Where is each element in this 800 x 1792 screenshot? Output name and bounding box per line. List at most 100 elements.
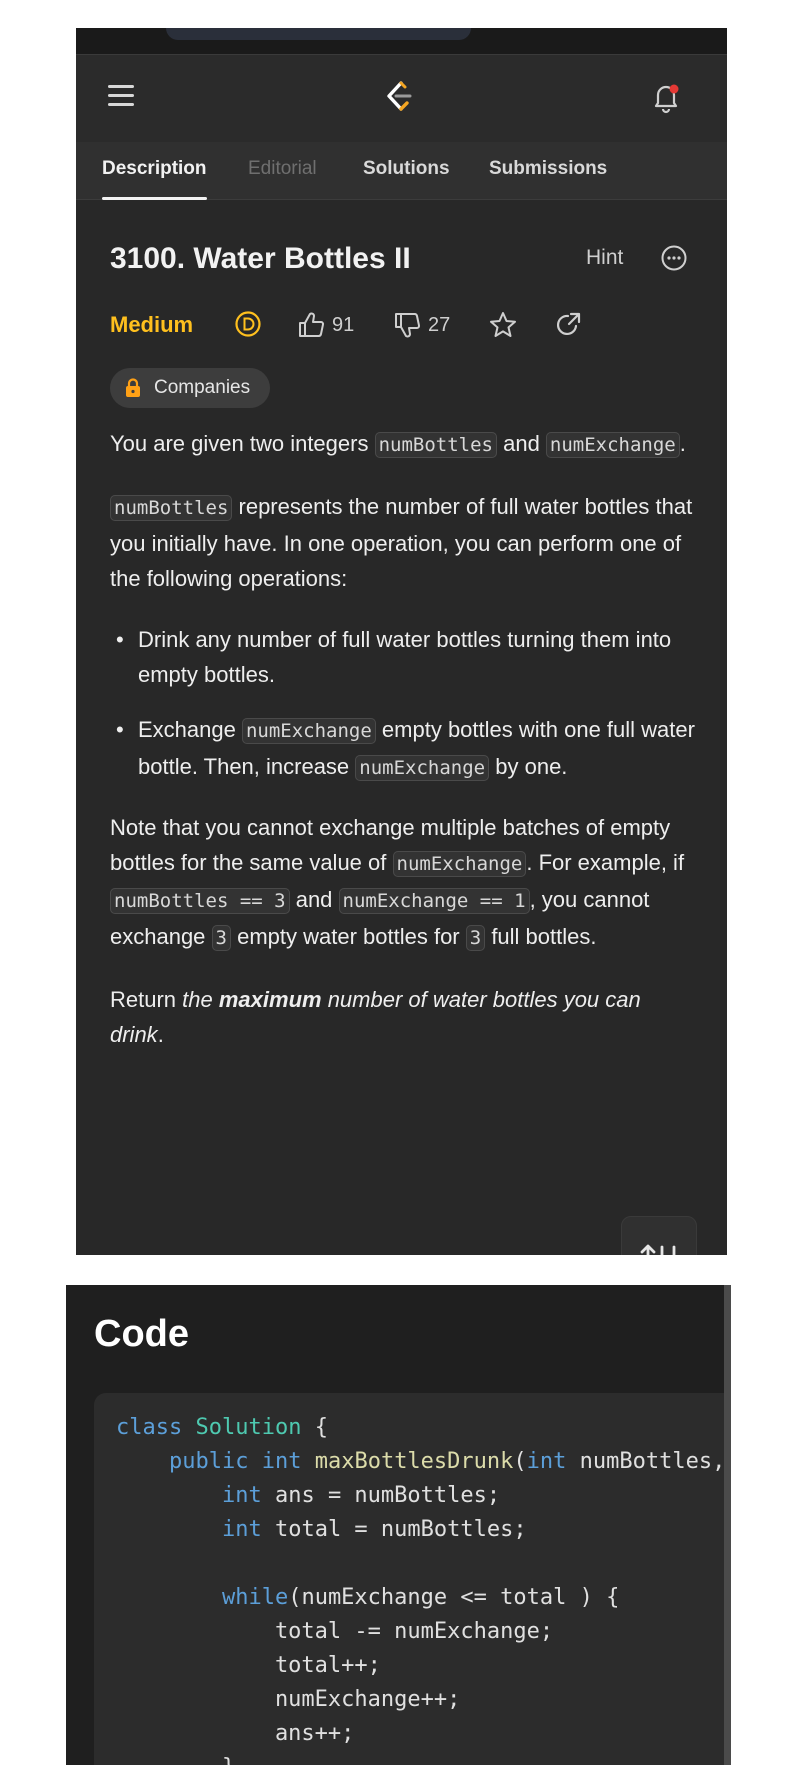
- top-nav-bar: [76, 54, 727, 142]
- code-line: total -= numExchange;: [116, 1615, 725, 1649]
- tab-editorial[interactable]: Editorial: [248, 142, 317, 200]
- problem-title: 3100. Water Bottles II: [110, 242, 411, 275]
- text: (: [513, 1449, 527, 1474]
- likes-count: 91: [332, 314, 355, 336]
- problem-meta-row: Medium 91 27: [110, 308, 710, 342]
- text: Exchange: [138, 717, 242, 742]
- inline-code: numBottles: [110, 495, 233, 521]
- keyword: public: [168, 1449, 249, 1474]
- text: the: [182, 987, 219, 1012]
- more-options-icon[interactable]: [660, 244, 688, 272]
- dislikes-count: 27: [428, 314, 451, 336]
- problem-tabs: Description Editorial Solutions Submissi…: [76, 142, 727, 200]
- text: {: [301, 1415, 328, 1440]
- code-heading: Code: [94, 1313, 189, 1355]
- thumbs-down-icon[interactable]: [392, 310, 422, 340]
- text: Drink any number of full water bottles t…: [138, 627, 672, 687]
- code-line: int ans = numBottles;: [116, 1479, 725, 1513]
- dynamic-island: [166, 28, 471, 40]
- code-line: ans++;: [116, 1717, 725, 1751]
- leetcode-app-screen: Description Editorial Solutions Submissi…: [76, 28, 727, 1255]
- keyword: class: [116, 1415, 183, 1440]
- code-line: while(numExchange <= total ) {: [116, 1581, 725, 1615]
- share-icon[interactable]: [554, 310, 584, 340]
- menu-icon[interactable]: [108, 85, 134, 111]
- inline-code: numExchange == 1: [338, 888, 530, 914]
- notification-bell-icon[interactable]: [648, 79, 684, 115]
- text: and: [496, 431, 546, 456]
- problem-description-panel: 3100. Water Bottles II Hint Medium 91 27: [76, 200, 727, 1255]
- thumbs-up-icon[interactable]: [296, 310, 326, 340]
- text: maximum: [218, 987, 322, 1012]
- text: total = numBottles;: [261, 1517, 527, 1542]
- inline-code: numExchange: [545, 432, 680, 458]
- inline-code: numExchange: [355, 755, 490, 781]
- operations-list: Drink any number of full water bottles t…: [110, 622, 700, 786]
- problem-statement: You are given two integers numBottles an…: [110, 426, 700, 1078]
- text: total -= numExchange;: [116, 1619, 554, 1644]
- text: numBottles,: [566, 1449, 726, 1474]
- inline-code: numBottles: [374, 432, 497, 458]
- inline-code: numExchange: [241, 718, 376, 744]
- inline-code: numBottles == 3: [110, 888, 290, 914]
- text: total++;: [116, 1653, 381, 1678]
- text: ans++;: [116, 1721, 355, 1746]
- keyword: int: [221, 1483, 262, 1508]
- keyword: int: [526, 1449, 567, 1474]
- function-name: maxBottlesDrunk: [314, 1449, 514, 1474]
- code-line: }: [116, 1751, 725, 1765]
- text: and: [289, 887, 339, 912]
- code-line: int total = numBottles;: [116, 1513, 725, 1547]
- code-line: total++;: [116, 1649, 725, 1683]
- keyword: while: [221, 1585, 289, 1610]
- text: . For example, if: [526, 850, 685, 875]
- code-snippet-card: Code class Solution { public int maxBott…: [66, 1285, 731, 1765]
- paragraph-operations: numBottles represents the number of full…: [110, 489, 700, 596]
- text: .: [679, 431, 686, 456]
- inline-code: 3: [211, 925, 231, 951]
- daily-coin-icon[interactable]: [234, 310, 262, 338]
- scrollbar[interactable]: [724, 1285, 731, 1765]
- switch-layout-icon: [640, 1244, 676, 1255]
- code-lines: class Solution { public int maxBottlesDr…: [116, 1411, 725, 1765]
- text: numExchange++;: [116, 1687, 461, 1712]
- class-name: Solution: [195, 1415, 302, 1440]
- leetcode-logo-icon[interactable]: [379, 77, 419, 117]
- tab-solutions[interactable]: Solutions: [363, 142, 450, 200]
- tab-submissions[interactable]: Submissions: [489, 142, 607, 200]
- text: }: [116, 1755, 235, 1765]
- companies-label: Companies: [154, 377, 251, 398]
- difficulty-badge: Medium: [110, 312, 194, 337]
- star-icon[interactable]: [488, 310, 518, 340]
- code-line: public int maxBottlesDrunk(int numBottle…: [116, 1445, 725, 1479]
- code-block: class Solution { public int maxBottlesDr…: [94, 1393, 731, 1765]
- text: Return: [110, 987, 183, 1012]
- paragraph-intro: You are given two integers numBottles an…: [110, 426, 700, 463]
- inline-code: 3: [465, 925, 486, 951]
- code-line: class Solution {: [116, 1411, 725, 1445]
- lock-icon: [126, 378, 140, 397]
- hint-button[interactable]: Hint: [586, 246, 623, 270]
- status-bar: [76, 28, 727, 54]
- text: You are given two integers: [110, 431, 375, 456]
- text: empty water bottles for: [230, 924, 466, 949]
- floating-action-button[interactable]: [621, 1216, 697, 1255]
- list-item: Drink any number of full water bottles t…: [110, 622, 700, 692]
- list-item: Exchange numExchange empty bottles with …: [110, 712, 700, 786]
- text: full bottles.: [485, 924, 597, 949]
- text: by one.: [489, 754, 568, 779]
- code-line: numExchange++;: [116, 1683, 725, 1717]
- inline-code: numExchange: [392, 851, 527, 877]
- text: ans = numBottles;: [261, 1483, 501, 1508]
- text: (numExchange <= total ) {: [288, 1585, 620, 1610]
- paragraph-note: Note that you cannot exchange multiple b…: [110, 810, 700, 956]
- companies-chip[interactable]: Companies: [110, 368, 270, 408]
- keyword: int: [221, 1517, 262, 1542]
- keyword: int: [261, 1449, 302, 1474]
- tab-description[interactable]: Description: [102, 142, 207, 200]
